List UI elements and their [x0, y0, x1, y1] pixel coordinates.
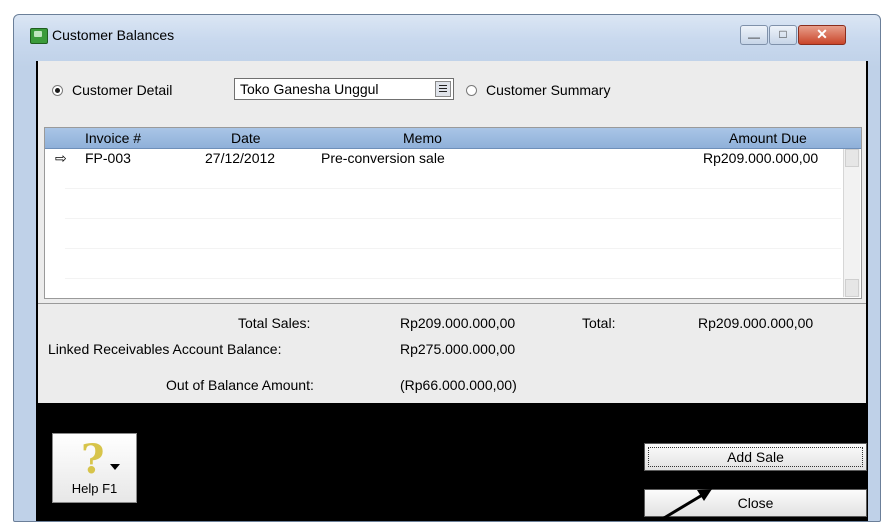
- annotation-arrow-icon: [663, 489, 712, 520]
